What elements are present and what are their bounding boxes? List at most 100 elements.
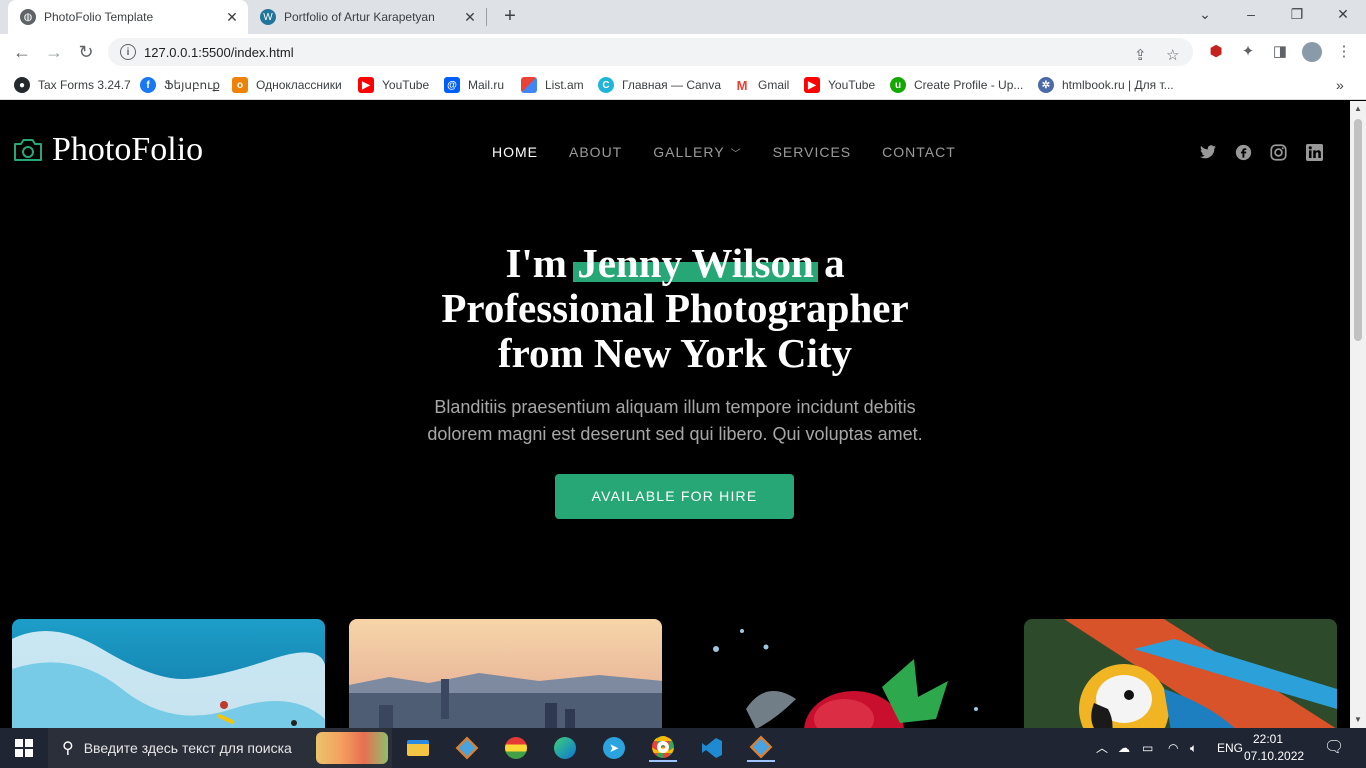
share-icon[interactable]: ⇪	[1134, 46, 1147, 64]
volume-icon[interactable]: 🔈︎	[1190, 728, 1197, 768]
nav-gallery[interactable]: GALLERY ﹀	[653, 144, 741, 160]
available-for-hire-button[interactable]: AVAILABLE FOR HIRE	[555, 474, 794, 519]
onedrive-icon[interactable]: ☁	[1118, 728, 1130, 768]
gallery-image-parrot[interactable]	[1024, 619, 1337, 728]
back-button[interactable]: ←	[10, 40, 34, 64]
address-bar[interactable]: i 127.0.0.1:5500/index.html ⇪ ☆	[108, 38, 1193, 66]
browser-toolbar: ← → ↻ i 127.0.0.1:5500/index.html ⇪ ☆ ⬢ …	[0, 34, 1366, 70]
bookmark-gmail[interactable]: M Gmail	[734, 76, 789, 94]
language-indicator[interactable]: ENG	[1217, 728, 1243, 768]
bookmark-label: htmlbook.ru | Для т...	[1062, 78, 1174, 92]
tray-overflow-icon[interactable]: ︿	[1096, 728, 1108, 768]
battery-icon[interactable]: ▭	[1142, 728, 1153, 768]
close-window-button[interactable]: ✕	[1320, 0, 1366, 30]
camera-icon	[14, 139, 42, 161]
hero-name-highlight: Jenny Wilson	[573, 240, 818, 286]
file-explorer-icon[interactable]	[404, 734, 432, 762]
git-app-icon[interactable]	[453, 734, 481, 762]
page-scrollbar[interactable]: ▲ ▼	[1350, 101, 1366, 728]
site-info-icon[interactable]: i	[120, 44, 136, 60]
color-app-icon[interactable]	[502, 734, 530, 762]
git-app-icon-2[interactable]	[747, 734, 775, 762]
gallery-image-strawberry[interactable]	[686, 619, 999, 728]
scrollbar-thumb[interactable]	[1354, 119, 1362, 341]
taskbar-search-placeholder: Введите здесь текст для поиска	[83, 740, 292, 756]
new-tab-button[interactable]: +	[498, 5, 522, 29]
tab-portfolio[interactable]: W Portfolio of Artur Karapetyan ✕	[248, 0, 486, 34]
facebook-icon: f	[140, 77, 156, 93]
bookmark-label: Mail.ru	[468, 78, 505, 92]
hero-description-line-1: Blanditiis praesentium aliquam illum tem…	[434, 397, 916, 417]
taskbar-search-box[interactable]: ⚲ Введите здесь текст для поиска	[48, 728, 392, 768]
nav-services[interactable]: SERVICES	[773, 144, 852, 160]
bookmark-youtube-2[interactable]: ▶ YouTube	[804, 76, 875, 94]
bookmark-htmlbook[interactable]: ✲ htmlbook.ru | Для т...	[1038, 76, 1174, 94]
profile-avatar[interactable]	[1302, 42, 1322, 62]
gallery-image-surfing[interactable]	[12, 619, 325, 728]
close-tab-icon[interactable]: ✕	[222, 9, 242, 26]
site-logo[interactable]: PhotoFolio	[12, 131, 203, 169]
globe-icon: ◍	[20, 9, 36, 25]
bookmark-star-icon[interactable]: ☆	[1166, 46, 1179, 64]
clock-date: 07.10.2022	[1244, 749, 1305, 763]
linkedin-icon[interactable]	[1305, 143, 1323, 161]
restore-button[interactable]: ❐	[1274, 0, 1320, 30]
upwork-icon: u	[890, 77, 906, 93]
gallery-image-city[interactable]	[349, 619, 662, 728]
reload-button[interactable]: ↻	[74, 40, 98, 64]
instagram-icon[interactable]	[1269, 143, 1287, 161]
canva-icon: C	[598, 77, 614, 93]
hero-prefix: I'm	[505, 240, 578, 286]
twitter-icon[interactable]	[1199, 143, 1217, 161]
hero-section: I'm Jenny Wilson a Professional Photogra…	[0, 241, 1350, 448]
bookmark-label: Tax Forms 3.24.7	[38, 78, 131, 92]
minimize-button[interactable]: –	[1228, 0, 1274, 30]
close-tab-icon[interactable]: ✕	[460, 9, 480, 26]
bookmark-listam[interactable]: List.am	[521, 76, 584, 94]
bookmark-facebook[interactable]: f Ֆեյսբուք	[140, 76, 220, 94]
bookmark-label: YouTube	[382, 78, 430, 92]
extensions-puzzle-icon[interactable]: ✦	[1238, 42, 1258, 62]
bookmark-tax-forms[interactable]: ● Tax Forms 3.24.7	[14, 76, 131, 94]
forward-button[interactable]: →	[42, 40, 66, 64]
tab-search-icon[interactable]: ⌄	[1182, 0, 1228, 30]
scroll-up-arrow-icon[interactable]: ▲	[1350, 101, 1366, 117]
notifications-icon[interactable]: 🗨︎	[1324, 728, 1344, 768]
chevron-down-icon: ﹀	[730, 148, 742, 160]
hero-line-2: Professional Photographer	[441, 285, 909, 331]
nav-contact[interactable]: CONTACT	[882, 144, 956, 160]
hero-description-line-2: dolorem magni est deserunt sed qui liber…	[427, 424, 923, 444]
main-nav: HOME ABOUT GALLERY ﹀ SERVICES CONTACT	[492, 144, 987, 160]
url-text: 127.0.0.1:5500/index.html	[144, 44, 294, 60]
hero-name: Jenny Wilson	[577, 240, 814, 286]
scroll-down-arrow-icon[interactable]: ▼	[1350, 712, 1366, 728]
side-panel-icon[interactable]: ◨	[1270, 42, 1290, 62]
facebook-icon[interactable]	[1234, 143, 1252, 161]
nav-about[interactable]: ABOUT	[569, 144, 622, 160]
bookmark-label: Ֆեյսբուք	[164, 78, 221, 92]
hero-heading: I'm Jenny Wilson a Professional Photogra…	[0, 241, 1350, 376]
chrome-browser-icon[interactable]	[649, 734, 677, 762]
bookmarks-overflow-icon[interactable]: »	[1336, 76, 1344, 94]
menu-kebab-icon[interactable]: ⋮	[1334, 42, 1354, 62]
bookmark-upwork[interactable]: u Create Profile - Up...	[890, 76, 1023, 94]
windows-start-button[interactable]	[0, 728, 48, 768]
logo-text: PhotoFolio	[52, 131, 204, 168]
tab-title: PhotoFolio Template	[44, 10, 154, 24]
system-clock[interactable]: 22:01 07.10.2022	[1244, 731, 1305, 765]
bookmark-mailru[interactable]: @ Mail.ru	[444, 76, 504, 94]
vscode-icon[interactable]	[698, 734, 726, 762]
wifi-icon[interactable]: ◠	[1168, 728, 1178, 768]
extension-icon[interactable]: ⬢	[1206, 42, 1226, 62]
bookmark-odnoklassniki[interactable]: о Одноклассники	[232, 76, 342, 94]
edge-browser-icon[interactable]	[551, 734, 579, 762]
tab-photofolio[interactable]: ◍ PhotoFolio Template ✕	[8, 0, 248, 34]
telegram-icon[interactable]: ➤	[600, 734, 628, 762]
htmlbook-icon: ✲	[1038, 77, 1054, 93]
bookmark-youtube[interactable]: ▶ YouTube	[358, 76, 429, 94]
mailru-icon: @	[444, 77, 460, 93]
tab-separator	[486, 8, 487, 26]
nav-home[interactable]: HOME	[492, 144, 538, 160]
hero-suffix: a	[813, 240, 845, 286]
bookmark-canva[interactable]: C Главная — Canva	[598, 76, 721, 94]
